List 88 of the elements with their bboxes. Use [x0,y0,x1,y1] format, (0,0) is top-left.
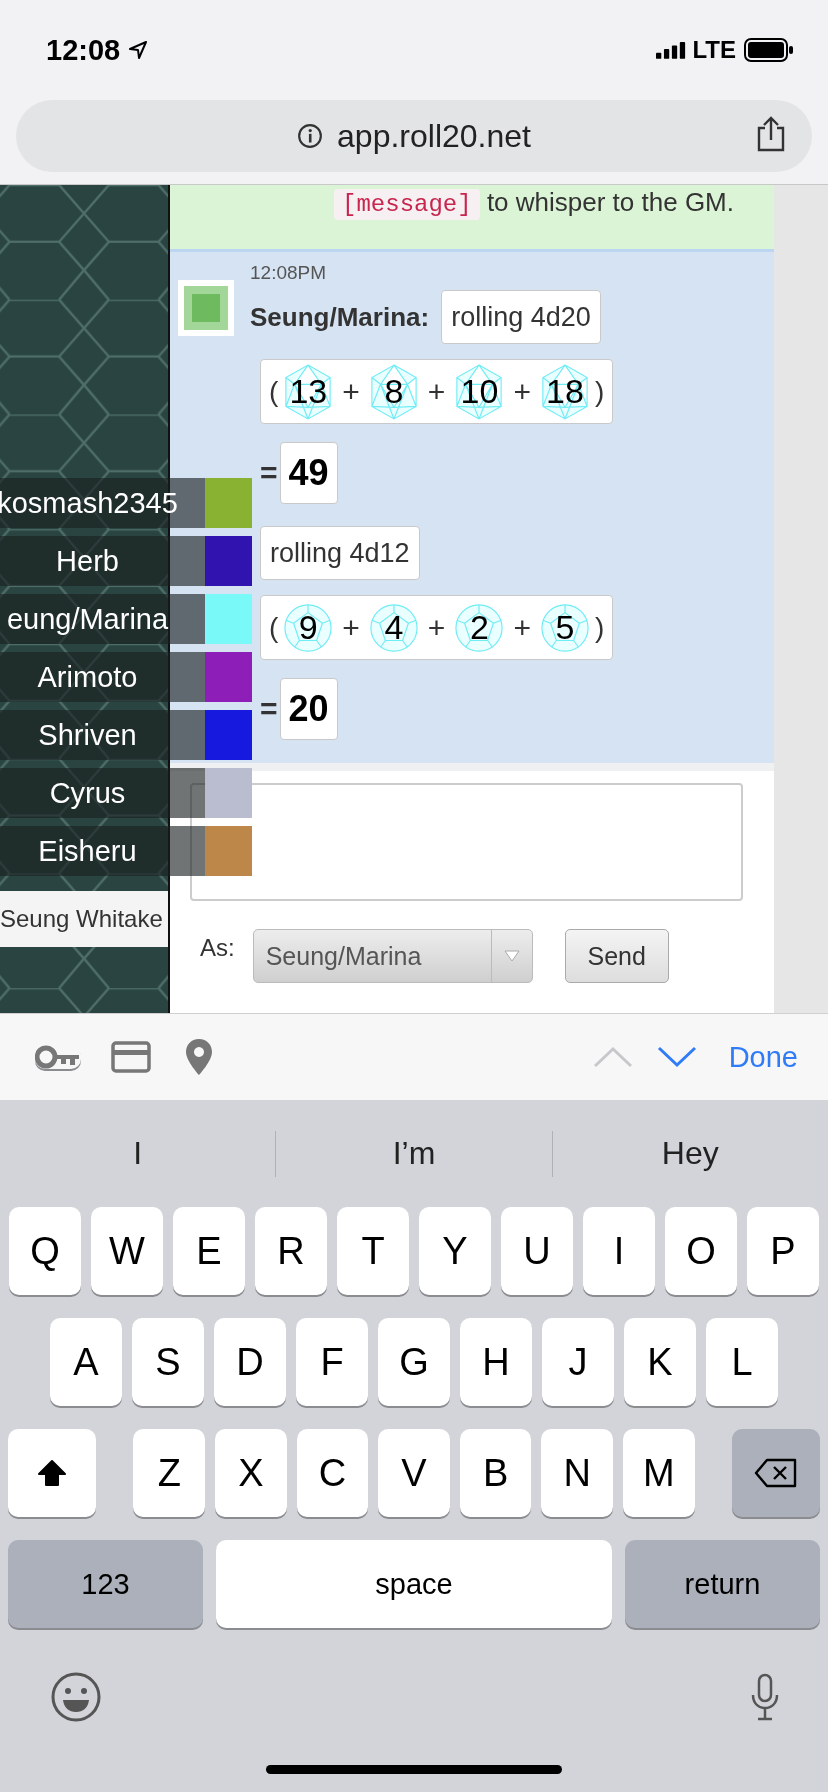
suggestion[interactable]: I’m [276,1123,552,1184]
shift-icon [37,1458,68,1488]
parenthesis: ) [594,611,605,644]
location-arrow-icon [128,40,149,60]
letter-key[interactable]: K [624,1318,696,1406]
clock-time: 12:08 [46,33,121,67]
backspace-icon [753,1458,798,1488]
letter-key[interactable]: Q [9,1207,81,1295]
letter-key[interactable]: Y [419,1207,491,1295]
letter-key[interactable]: G [378,1318,450,1406]
letter-key[interactable]: M [622,1429,695,1517]
credit-card-icon[interactable] [111,1041,151,1073]
letter-key[interactable]: L [706,1318,778,1406]
space-key[interactable]: space [216,1540,612,1628]
key-icon[interactable] [35,1045,81,1069]
plus-sign: + [513,374,531,409]
plus-sign: + [342,374,360,409]
letter-key[interactable]: X [215,1429,287,1517]
suggestion[interactable]: Hey [552,1123,828,1184]
player-name[interactable]: Shriven [0,710,205,760]
microphone-icon[interactable] [750,1673,780,1721]
letter-key[interactable]: W [91,1207,163,1295]
parenthesis: ( [269,375,279,408]
backspace-key[interactable] [731,1429,820,1517]
letter-key[interactable]: E [173,1207,245,1295]
caret-icon [503,950,520,962]
plus-sign: + [513,610,531,645]
letter-key[interactable]: O [665,1207,737,1295]
plus-sign: + [342,610,360,645]
info-icon [297,123,324,149]
parenthesis: ( [269,611,279,644]
done-button[interactable]: Done [728,1040,798,1074]
notice-text: [message] to whisper to the GM. [334,187,734,221]
equals-sign: = [260,456,278,490]
roll-label: rolling 4d12 [260,526,420,580]
player-name[interactable]: Herb [0,536,205,586]
message-input[interactable] [190,783,743,901]
letter-key[interactable]: F [296,1318,368,1406]
battery-icon [744,38,794,62]
emoji-icon[interactable] [50,1671,102,1723]
signal-icon [656,41,687,59]
parenthesis: ) [594,375,605,408]
letter-key[interactable]: I [583,1207,655,1295]
send-button[interactable]: Send [564,929,669,983]
avatar-icon [178,280,234,336]
letter-key[interactable]: A [50,1318,122,1406]
share-icon[interactable] [756,116,786,152]
message-time: 12:08PM [250,262,328,285]
letter-key[interactable]: R [255,1207,327,1295]
tooltip: Seung Whitake [0,891,168,947]
letter-key[interactable]: D [214,1318,286,1406]
letter-key[interactable]: P [747,1207,819,1295]
letter-key[interactable]: T [337,1207,409,1295]
player-name[interactable]: Cyrus [0,768,205,818]
speaker-name: Seung/Marina: [250,301,430,333]
network-label: LTE [692,36,736,64]
letter-key[interactable]: S [132,1318,204,1406]
letter-key[interactable]: C [296,1429,369,1517]
return-key[interactable]: return [625,1540,820,1628]
as-label: As: [200,934,235,962]
letter-key[interactable]: U [501,1207,573,1295]
player-name[interactable]: kosmash2345 [0,478,205,528]
player-name[interactable]: eung/Marina [0,594,205,644]
numbers-key[interactable]: 123 [8,1540,203,1628]
plus-sign: + [427,610,446,645]
location-pin-icon[interactable] [185,1038,213,1076]
roll-total: 49 [279,442,338,504]
speaker-dropdown[interactable]: Seung/Marina [252,929,533,983]
letter-key[interactable]: N [541,1429,613,1517]
d20-die-result: 10 [454,362,505,421]
shift-key[interactable] [8,1429,97,1517]
address-bar[interactable]: app.roll20.net [16,100,812,172]
equals-sign: = [260,692,278,726]
chevron-down-icon[interactable] [656,1046,697,1068]
letter-key[interactable]: J [542,1318,614,1406]
plus-sign: + [427,374,446,409]
letter-key[interactable]: B [459,1429,532,1517]
letter-key[interactable]: V [378,1429,450,1517]
suggestion[interactable]: I [0,1123,276,1184]
letter-key[interactable]: H [460,1318,532,1406]
d20-die-result: 18 [539,362,590,421]
player-name[interactable]: Eisheru [0,826,205,876]
d20-die-result: 13 [283,362,334,421]
roll-total: 20 [279,678,338,740]
letter-key[interactable]: Z [133,1429,206,1517]
url-text: app.roll20.net [337,117,531,155]
player-name[interactable]: Arimoto [0,652,205,702]
roll-label: rolling 4d20 [441,290,601,344]
